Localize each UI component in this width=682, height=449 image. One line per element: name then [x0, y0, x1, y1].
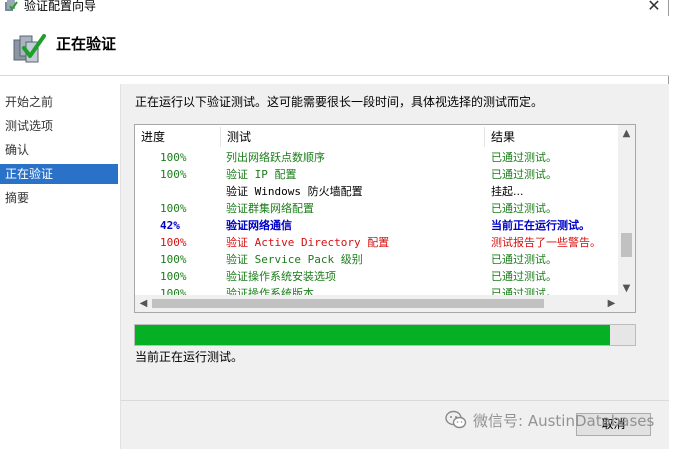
scroll-corner — [618, 295, 635, 312]
scroll-up-icon[interactable]: ▲ — [618, 125, 635, 142]
column-header-result[interactable]: 结果 — [485, 127, 620, 147]
intro-text: 正在运行以下验证测试。这可能需要很长一段时间，具体视选择的测试而定。 — [135, 95, 544, 109]
table-row[interactable]: 42% 验证网络通信 当前正在运行测试。 — [135, 217, 620, 234]
vertical-scrollbar[interactable]: ▲ ▼ — [618, 125, 635, 297]
watermark: 微信号: AustinDatabases — [445, 405, 654, 435]
table-row[interactable]: 100% 验证 Active Directory 配置 测试报告了一些警告。 — [135, 234, 620, 251]
vertical-scroll-thumb[interactable] — [621, 233, 632, 257]
table-row[interactable]: 100% 验证 IP 配置 已通过测试。 — [135, 166, 620, 183]
close-icon: ✕ — [647, 0, 661, 15]
wizard-window: 验证配置向导 ✕ 正在验证 开始之前 测试选项 确认 正在验证 摘要 正在运行以… — [0, 0, 669, 449]
wechat-icon — [445, 410, 467, 429]
table-row[interactable]: 100% 验证 Service Pack 级别 已通过测试。 — [135, 251, 620, 268]
window-title: 验证配置向导 — [24, 0, 97, 13]
sidebar-item-test-options[interactable]: 测试选项 — [0, 116, 118, 136]
horizontal-scroll-thumb[interactable] — [152, 299, 544, 308]
column-header-progress[interactable]: 进度 — [135, 127, 221, 147]
main-content: 正在运行以下验证测试。这可能需要很长一段时间，具体视选择的测试而定。 进度 测试… — [121, 84, 669, 400]
sidebar-item-summary[interactable]: 摘要 — [0, 188, 118, 208]
status-text: 当前正在运行测试。 — [135, 350, 244, 364]
page-title: 正在验证 — [56, 35, 117, 53]
overall-progress-bar — [134, 324, 636, 346]
validation-check-icon — [13, 34, 46, 63]
progress-bar-fill — [135, 325, 610, 345]
table-row[interactable]: 100% 验证群集网络配置 已通过测试。 — [135, 200, 620, 217]
horizontal-scrollbar[interactable]: ◀ ▶ — [135, 295, 620, 312]
test-list[interactable]: 进度 测试 结果 100% 列出网络跃点数顺序 已通过测试。 100% 验证 I… — [134, 124, 636, 313]
sidebar-item-confirmation[interactable]: 确认 — [0, 140, 118, 160]
sidebar-item-before-you-begin[interactable]: 开始之前 — [0, 92, 118, 112]
title-bar: 验证配置向导 ✕ — [0, 0, 669, 16]
sidebar-item-validating[interactable]: 正在验证 — [0, 164, 118, 184]
table-row[interactable]: 验证 Windows 防火墙配置 挂起... — [135, 183, 620, 200]
page-header: 正在验证 — [0, 16, 669, 76]
table-row[interactable]: 100% 验证操作系统安装选项 已通过测试。 — [135, 268, 620, 285]
column-header-test[interactable]: 测试 — [221, 127, 485, 147]
close-button[interactable]: ✕ — [642, 0, 666, 15]
table-row[interactable]: 100% 列出网络跃点数顺序 已通过测试。 — [135, 149, 620, 166]
cluster-app-icon — [5, 0, 18, 11]
watermark-text: 微信号: AustinDatabases — [473, 411, 655, 430]
scroll-left-icon[interactable]: ◀ — [135, 295, 152, 312]
wizard-steps-sidebar: 开始之前 测试选项 确认 正在验证 摘要 — [0, 84, 121, 449]
